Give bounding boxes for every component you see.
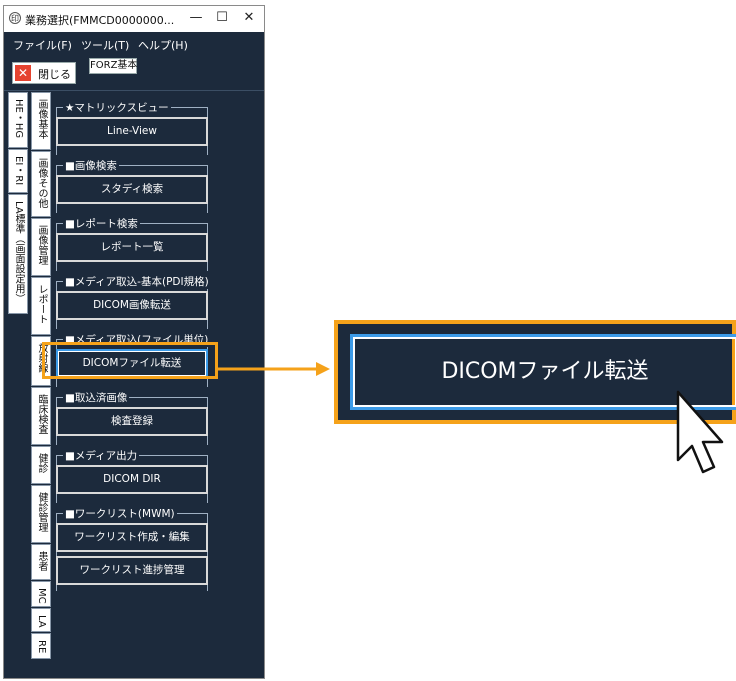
mouse-cursor-icon xyxy=(676,390,724,474)
